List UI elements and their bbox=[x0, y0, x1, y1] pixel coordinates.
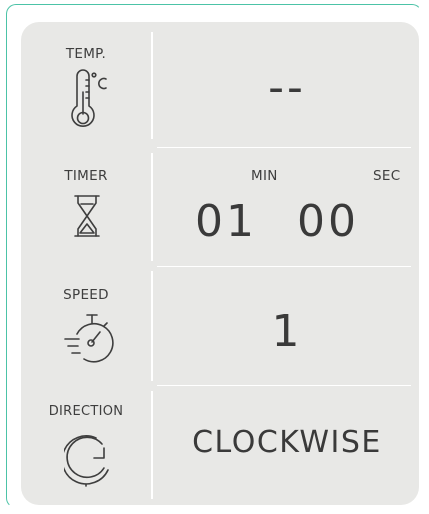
minutes-unit-label: MIN bbox=[251, 168, 278, 184]
speed-label: SPEED bbox=[63, 287, 109, 303]
temperature-value: -- bbox=[268, 62, 306, 113]
timer-minutes-value: 01 bbox=[195, 196, 257, 247]
timer-seconds-value: 00 bbox=[297, 196, 359, 247]
rotate-clockwise-icon bbox=[64, 435, 109, 487]
speed-value: 1 bbox=[271, 306, 303, 357]
seconds-unit-label: SEC bbox=[373, 168, 401, 184]
stopwatch-speed-icon bbox=[64, 314, 114, 363]
temperature-label: TEMP. bbox=[65, 46, 107, 62]
row-divider-horizontal bbox=[157, 266, 411, 267]
row-divider-vertical bbox=[151, 153, 153, 261]
row-divider-vertical bbox=[151, 32, 153, 139]
row-divider-horizontal bbox=[157, 147, 411, 148]
row-divider-horizontal bbox=[157, 385, 411, 386]
direction-value: CLOCKWISE bbox=[192, 425, 382, 460]
row-divider-vertical bbox=[151, 271, 153, 381]
status-panel: TEMP. -- TIMER MIN SEC 01 00 SPEED 1 DIR… bbox=[21, 22, 419, 505]
thermometer-celsius-icon bbox=[71, 69, 107, 127]
direction-label: DIRECTION bbox=[48, 404, 124, 419]
hourglass-icon bbox=[74, 195, 100, 237]
row-divider-vertical bbox=[151, 391, 153, 499]
timer-label: TIMER bbox=[64, 168, 108, 184]
